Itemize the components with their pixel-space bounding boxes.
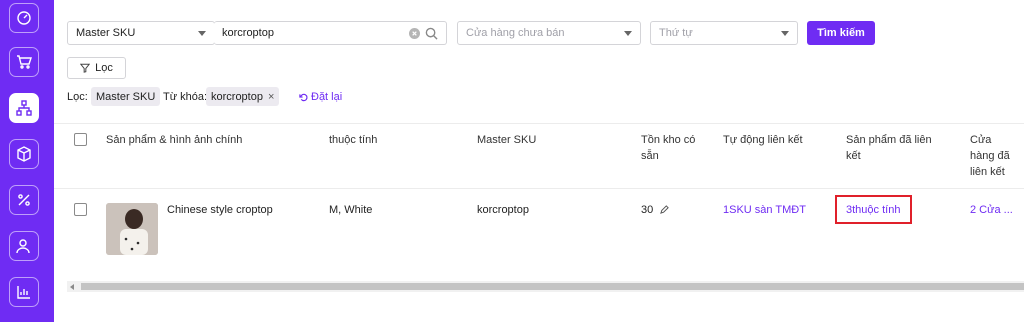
box-icon bbox=[17, 146, 31, 162]
sidebar-item-orders[interactable] bbox=[9, 47, 39, 77]
scroll-left-icon[interactable] bbox=[70, 284, 74, 290]
header-linked-products: Sản phẩm đã liên kết bbox=[846, 132, 932, 164]
header-product: Sản phẩm & hình ảnh chính bbox=[106, 134, 243, 146]
linked-stores-link[interactable]: 2 Cửa ... bbox=[970, 203, 1013, 217]
header-stock: Tồn kho có sẵn bbox=[641, 132, 695, 164]
header-stock-line1: Tồn kho có bbox=[641, 134, 696, 146]
search-icon[interactable] bbox=[425, 27, 438, 40]
filter-chip-field: Master SKU bbox=[91, 87, 161, 106]
percent-icon bbox=[18, 194, 30, 206]
sidebar-item-customers[interactable] bbox=[9, 231, 39, 261]
header-linked-line1: Sản phẩm đã liên bbox=[846, 134, 932, 146]
reset-label: Đặt lại bbox=[311, 91, 343, 103]
master-sku-value: korcroptop bbox=[477, 204, 529, 216]
scrollbar-thumb[interactable] bbox=[81, 283, 1024, 290]
sidebar bbox=[0, 0, 54, 322]
sort-select[interactable]: Thứ tự bbox=[650, 21, 798, 45]
sort-select-placeholder: Thứ tự bbox=[659, 27, 693, 39]
header-linked-stores: Cửa hàng đã liên kết bbox=[970, 132, 1010, 180]
chevron-down-icon bbox=[781, 31, 789, 36]
row-checkbox[interactable] bbox=[74, 203, 87, 216]
search-field-select[interactable]: Master SKU bbox=[67, 21, 215, 45]
filter-chip-keyword-label: korcroptop bbox=[211, 90, 263, 103]
active-filter-label: Lọc: bbox=[67, 91, 88, 103]
auto-link-value[interactable]: 1SKU sàn TMĐT bbox=[723, 203, 806, 217]
edit-icon[interactable] bbox=[660, 205, 669, 214]
store-select-placeholder: Cửa hàng chưa bán bbox=[466, 27, 565, 39]
search-button[interactable]: Tìm kiếm bbox=[807, 21, 875, 45]
header-master-sku: Master SKU bbox=[477, 134, 537, 146]
header-store-line1: Cửa bbox=[970, 134, 992, 146]
filter-chip-field-label: Master SKU bbox=[96, 90, 156, 103]
attribute-value: M, White bbox=[329, 204, 373, 216]
chart-icon bbox=[17, 286, 30, 299]
product-name[interactable]: Chinese style croptop bbox=[167, 203, 273, 217]
main-content: Master SKU korcroptop Cửa hàng chưa bán … bbox=[54, 0, 1024, 322]
sidebar-item-products[interactable] bbox=[9, 93, 39, 123]
sidebar-item-dashboard[interactable] bbox=[9, 3, 39, 33]
header-store-line3: liên kết bbox=[970, 166, 1005, 178]
divider bbox=[54, 188, 1024, 189]
search-input-value: korcroptop bbox=[222, 27, 274, 39]
dashboard-icon bbox=[17, 11, 31, 25]
sidebar-item-inventory[interactable] bbox=[9, 139, 39, 169]
keyword-label: Từ khóa: bbox=[163, 91, 208, 103]
cart-icon bbox=[17, 55, 32, 69]
filter-button-label: Lọc bbox=[95, 62, 113, 74]
header-auto-link: Tự động liên kết bbox=[723, 134, 803, 146]
header-stock-line2: sẵn bbox=[641, 150, 659, 162]
store-select[interactable]: Cửa hàng chưa bán bbox=[457, 21, 641, 45]
users-icon bbox=[16, 239, 30, 254]
sidebar-item-reports[interactable] bbox=[9, 277, 39, 307]
filter-chip-keyword: korcroptop × bbox=[206, 87, 280, 106]
filter-icon bbox=[80, 63, 91, 73]
chevron-down-icon bbox=[624, 31, 632, 36]
divider bbox=[54, 123, 1024, 124]
stock-value: 30 bbox=[641, 204, 654, 216]
clear-icon[interactable] bbox=[409, 28, 420, 39]
product-thumbnail bbox=[106, 203, 158, 255]
header-attribute: thuộc tính bbox=[329, 134, 378, 146]
header-linked-line2: kết bbox=[846, 150, 861, 162]
remove-chip-icon[interactable]: × bbox=[268, 91, 274, 103]
header-store-line2: hàng đã bbox=[970, 150, 1010, 162]
reset-link[interactable]: Đặt lại bbox=[299, 91, 342, 103]
reset-icon bbox=[299, 93, 308, 101]
highlight-box bbox=[835, 195, 912, 224]
sitemap-icon bbox=[16, 100, 32, 116]
sidebar-item-promotions[interactable] bbox=[9, 185, 39, 215]
search-field-value: Master SKU bbox=[76, 27, 136, 39]
search-input[interactable]: korcroptop bbox=[214, 21, 447, 45]
select-all-checkbox[interactable] bbox=[74, 133, 87, 146]
filter-button[interactable]: Lọc bbox=[67, 57, 126, 79]
horizontal-scrollbar[interactable] bbox=[67, 281, 1024, 292]
chevron-down-icon bbox=[198, 31, 206, 36]
